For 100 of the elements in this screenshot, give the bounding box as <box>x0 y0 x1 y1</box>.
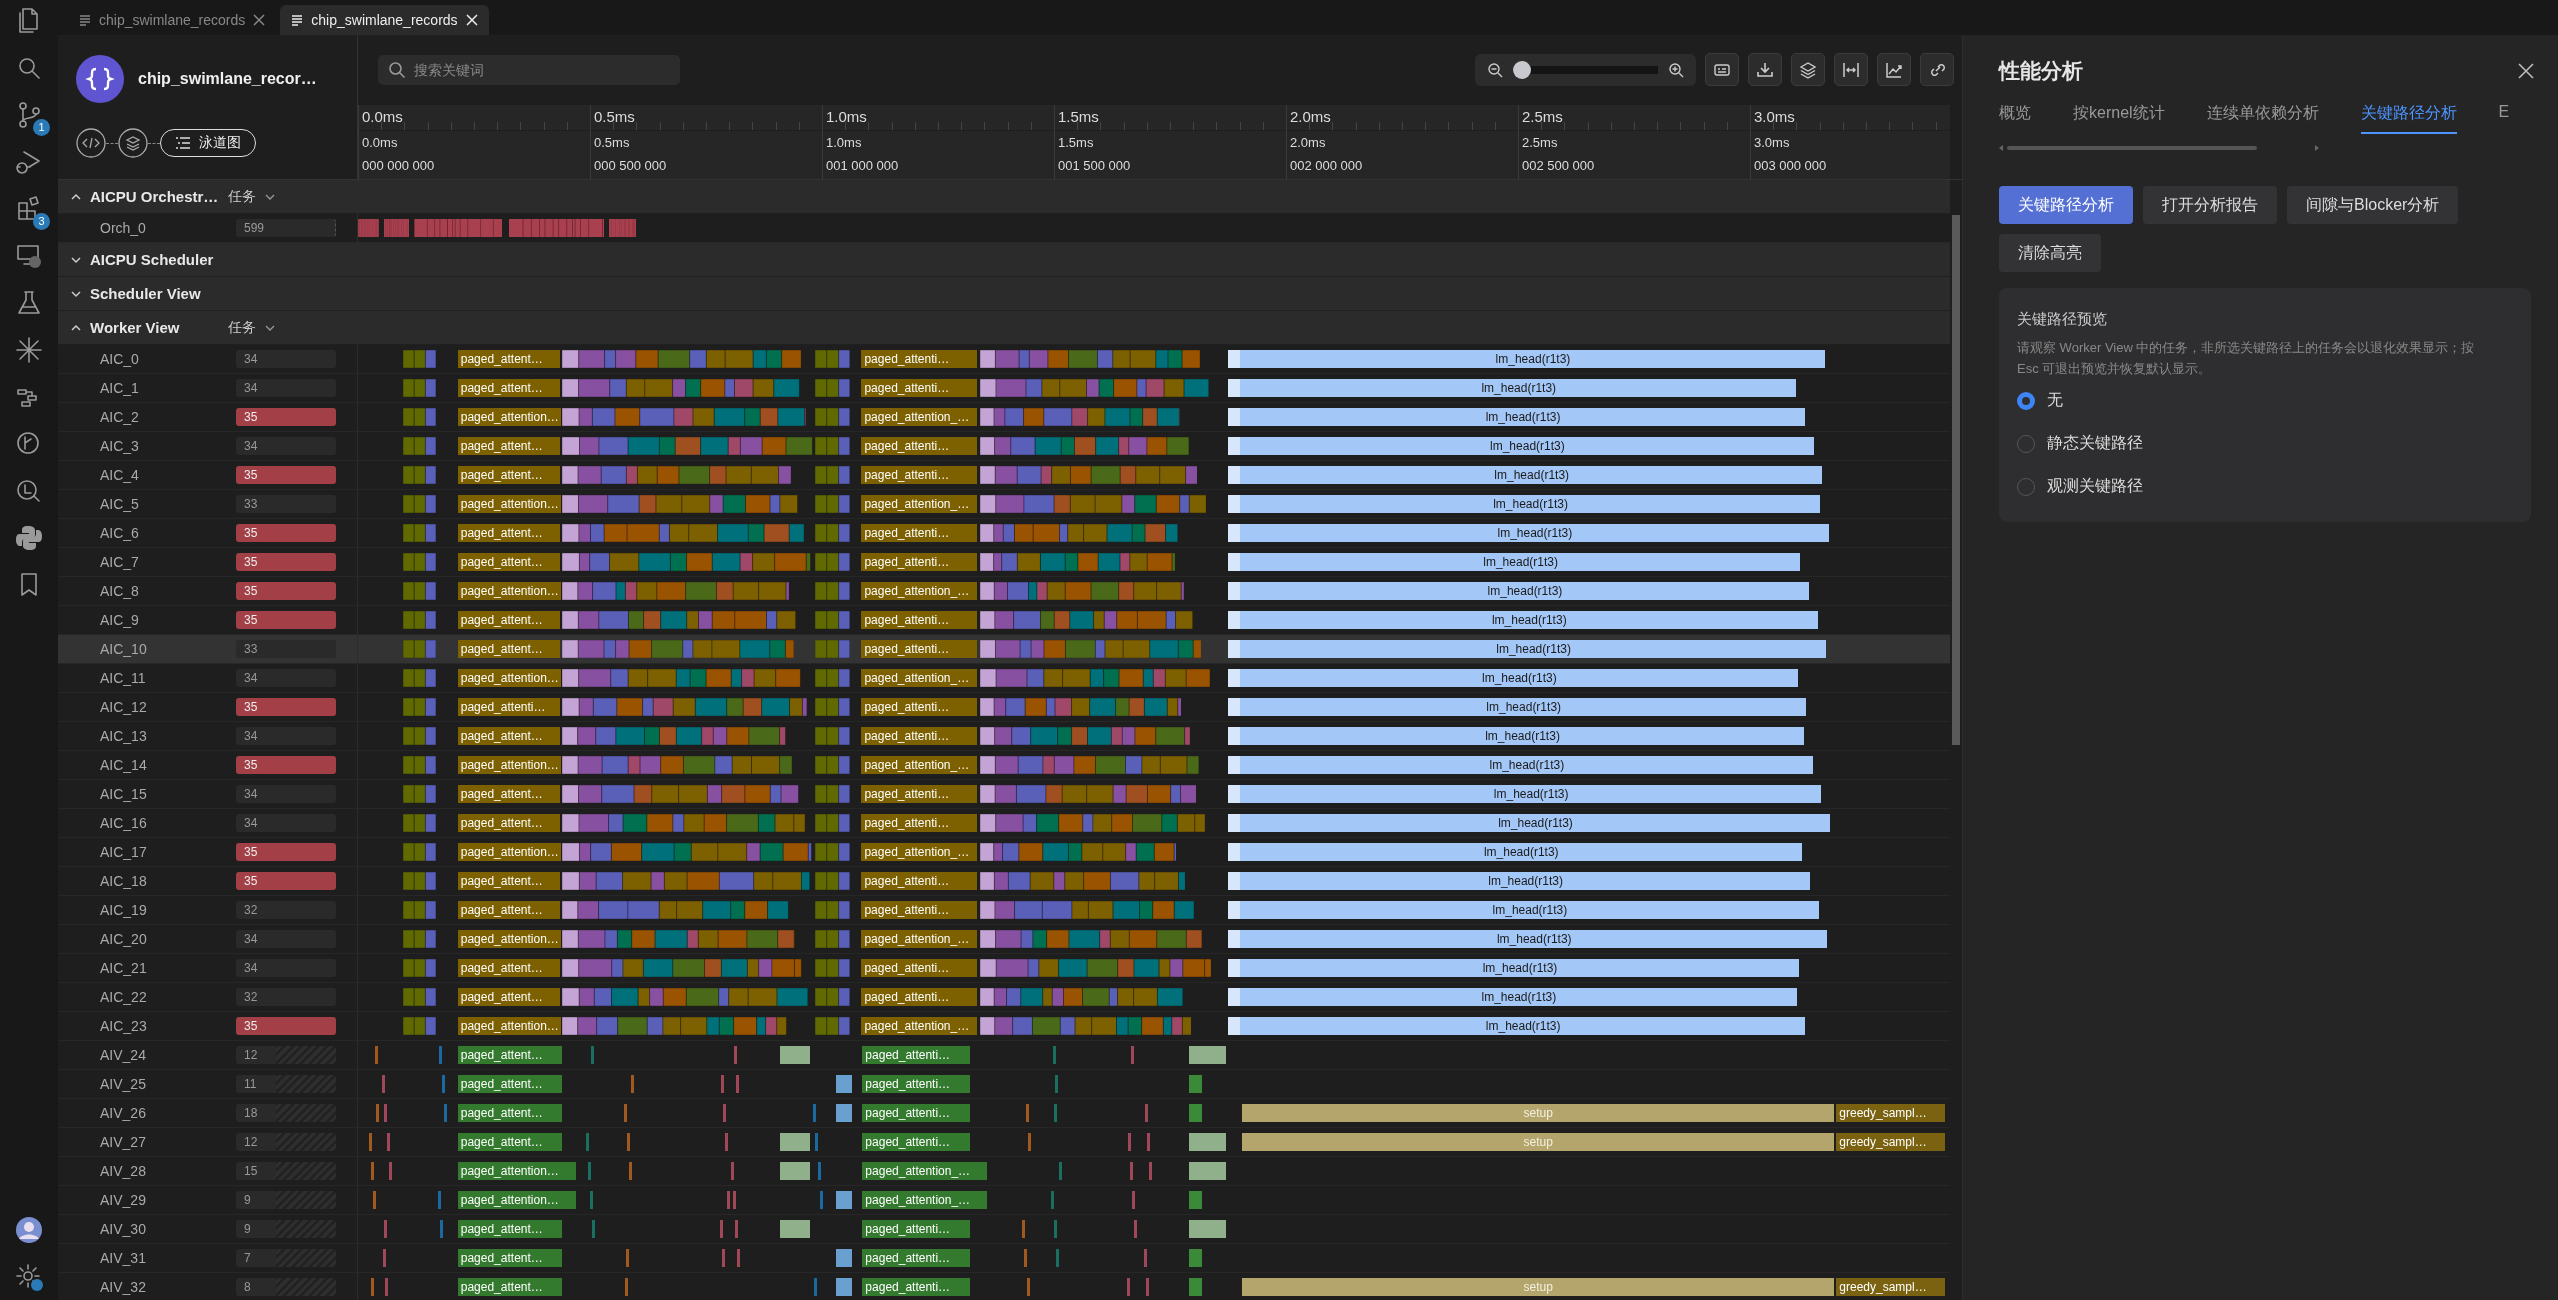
radio-button[interactable] <box>2017 391 2035 410</box>
task-bar[interactable]: lm_head(r1t3) <box>1228 350 1825 368</box>
link-button[interactable] <box>1920 53 1954 87</box>
task-bar[interactable]: lm_head(r1t3) <box>1228 408 1806 426</box>
settings-icon[interactable] <box>14 1262 44 1292</box>
task-bar[interactable]: lm_head(r1t3) <box>1228 640 1827 658</box>
task-bar[interactable]: paged_attention_… <box>861 843 978 861</box>
close-icon[interactable] <box>252 13 267 27</box>
task-bar[interactable]: paged_attention_… <box>861 930 978 948</box>
action-button[interactable]: 清除高亮 <box>1999 234 2101 272</box>
filter-dropdown[interactable]: 任务 <box>228 187 276 206</box>
task-bar[interactable]: paged_attent… <box>457 872 560 890</box>
task-bar[interactable]: paged_attenti… <box>861 814 978 832</box>
task-bar[interactable]: paged_attenti… <box>861 988 978 1006</box>
download-button[interactable] <box>1748 53 1782 87</box>
task-bar[interactable]: paged_attenti… <box>861 959 978 977</box>
task-bar[interactable]: lm_head(r1t3) <box>1228 901 1819 919</box>
task-bar[interactable]: paged_attent… <box>457 611 560 629</box>
task-bar[interactable]: paged_attenti… <box>861 611 978 629</box>
task-bar[interactable]: paged_attenti… <box>861 466 978 484</box>
task-bar[interactable]: lm_head(r1t3) <box>1228 988 1797 1006</box>
task-bar[interactable]: paged_attention… <box>457 843 561 861</box>
task-bar[interactable]: paged_attent… <box>457 1278 563 1296</box>
task-bar[interactable]: paged_attenti… <box>861 901 978 919</box>
python-icon[interactable] <box>14 523 44 553</box>
task-bar[interactable]: lm_head(r1t3) <box>1228 698 1807 716</box>
action-button[interactable]: 间隙与Blocker分析 <box>2287 186 2459 224</box>
task-bar[interactable]: paged_attent… <box>457 814 560 832</box>
task-bar[interactable]: paged_attention_… <box>862 1162 987 1180</box>
task-bar[interactable]: paged_attention… <box>457 582 561 600</box>
layers-circle-icon[interactable] <box>118 128 148 158</box>
task-bar[interactable]: paged_attention_… <box>862 1191 987 1209</box>
task-bar[interactable]: paged_attenti… <box>862 1249 971 1267</box>
task-bar[interactable]: paged_attenti… <box>861 785 978 803</box>
action-button[interactable]: 关键路径分析 <box>1999 186 2133 224</box>
action-button[interactable]: 打开分析报告 <box>2143 186 2277 224</box>
task-bar[interactable]: paged_attention_… <box>861 495 978 513</box>
editor-tab[interactable]: chip_swimlane_records <box>68 5 277 35</box>
filter-dropdown[interactable]: 任务 <box>228 318 276 337</box>
editor-tab[interactable]: chip_swimlane_records <box>280 5 489 35</box>
task-bar[interactable]: paged_attenti… <box>862 1133 971 1151</box>
task-bar[interactable]: paged_attention… <box>457 1017 561 1035</box>
task-bar[interactable]: paged_attention_… <box>861 1017 978 1035</box>
task-bar[interactable]: paged_attent… <box>457 988 560 1006</box>
task-bar[interactable]: paged_attent… <box>457 1046 563 1064</box>
task-bar[interactable]: paged_attenti… <box>861 698 978 716</box>
task-bar[interactable]: paged_attent… <box>457 1104 563 1122</box>
task-bar[interactable]: greedy_sampl… <box>1836 1278 1945 1296</box>
task-bar[interactable]: lm_head(r1t3) <box>1228 437 1814 455</box>
fit-width-button[interactable] <box>1834 53 1868 87</box>
task-bar[interactable]: lm_head(r1t3) <box>1228 727 1805 745</box>
task-bar[interactable]: paged_attent… <box>457 1133 563 1151</box>
task-bar[interactable]: lm_head(r1t3) <box>1228 553 1801 571</box>
task-bar[interactable]: paged_attenti… <box>861 872 978 890</box>
task-bar[interactable]: paged_attenti… <box>861 524 978 542</box>
task-bar[interactable]: paged_attent… <box>457 524 560 542</box>
task-bar[interactable]: lm_head(r1t3) <box>1228 1017 1806 1035</box>
subtitles-button[interactable] <box>1705 53 1739 87</box>
zoom-out-icon[interactable] <box>1487 61 1503 78</box>
task-bar[interactable]: paged_attent… <box>457 727 560 745</box>
sparkle-icon[interactable] <box>14 335 44 365</box>
line-chart-button[interactable] <box>1877 53 1911 87</box>
task-bar[interactable]: lm_head(r1t3) <box>1228 872 1811 890</box>
task-bar[interactable]: lm_head(r1t3) <box>1228 843 1802 861</box>
task-bar[interactable]: paged_attention_… <box>861 408 978 426</box>
avatar-icon[interactable] <box>14 1215 44 1245</box>
task-bar[interactable]: paged_attenti… <box>862 1278 971 1296</box>
tab-scrollbar[interactable] <box>1999 144 2319 152</box>
task-bar[interactable]: paged_attenti… <box>862 1104 971 1122</box>
scrollbar[interactable] <box>1952 215 1960 745</box>
task-bar[interactable]: lm_head(r1t3) <box>1228 379 1797 397</box>
task-bar[interactable]: paged_attention… <box>457 1162 577 1180</box>
task-bar[interactable]: paged_attenti… <box>861 553 978 571</box>
highlighted-row[interactable]: AIC_10 33 paged_attent… paged_attenti… lm_head(r1t3) <box>58 635 1950 664</box>
task-bar[interactable]: lm_head(r1t3) <box>1228 785 1822 803</box>
task-bar[interactable]: greedy_sampl… <box>1836 1104 1945 1122</box>
search-field[interactable]: 搜索关键词 <box>378 54 680 85</box>
task-bar[interactable]: paged_attent… <box>457 959 560 977</box>
task-bar[interactable]: paged_attention… <box>457 930 561 948</box>
task-bar[interactable]: paged_attent… <box>457 1249 563 1267</box>
panel-tab[interactable]: 连续单依赖分析 <box>2206 103 2319 134</box>
layers-button[interactable] <box>1791 53 1825 87</box>
task-bar[interactable]: paged_attention_… <box>861 582 978 600</box>
task-bar[interactable]: paged_attenti… <box>861 727 978 745</box>
task-bar[interactable]: paged_attenti… <box>862 1220 971 1238</box>
task-bar[interactable]: paged_attenti… <box>862 1075 971 1093</box>
task-bar[interactable]: paged_attenti… <box>862 1046 971 1064</box>
task-bar[interactable]: lm_head(r1t3) <box>1228 611 1818 629</box>
zoom-in-icon[interactable] <box>1668 61 1684 78</box>
task-bar[interactable]: paged_attention… <box>457 1191 577 1209</box>
task-bar[interactable]: paged_attent… <box>457 1075 563 1093</box>
task-bar[interactable]: lm_head(r1t3) <box>1228 756 1813 774</box>
panel-tab[interactable]: 关键路径分析 <box>2360 103 2457 134</box>
task-bar[interactable]: paged_attention_… <box>861 669 978 687</box>
task-bar[interactable]: paged_attent… <box>457 379 560 397</box>
task-bar[interactable]: lm_head(r1t3) <box>1228 495 1821 513</box>
task-bar[interactable]: paged_attention… <box>457 408 561 426</box>
panel-tab[interactable]: 概览 <box>1999 103 2031 134</box>
code-icon[interactable] <box>76 128 106 158</box>
task-bar[interactable]: paged_attent… <box>457 466 560 484</box>
